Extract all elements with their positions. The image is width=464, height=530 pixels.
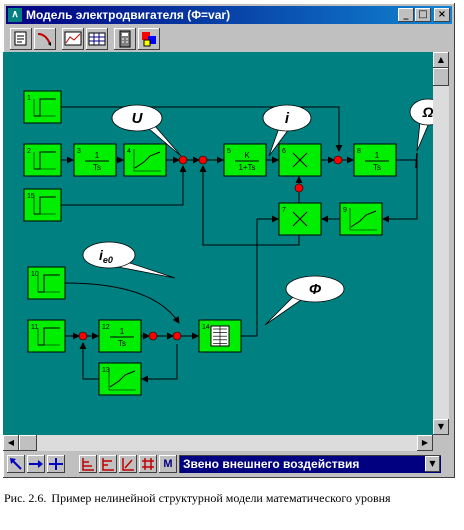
horizontal-scrollbar[interactable]: ◀ ▶ bbox=[3, 435, 433, 451]
output-tap bbox=[415, 152, 418, 169]
tf-numerator: 1 bbox=[120, 327, 125, 336]
block-number: 8 bbox=[357, 148, 361, 155]
vertical-scrollbar[interactable]: ▲ ▼ bbox=[433, 52, 449, 435]
tf-denominator: Ts bbox=[373, 163, 381, 172]
block-11[interactable]: 11 bbox=[27, 319, 66, 353]
tf-numerator: 1 bbox=[375, 151, 380, 160]
block-14[interactable]: 14 bbox=[198, 319, 242, 353]
horizontal-scroll-thumb[interactable] bbox=[19, 435, 37, 451]
bottom-toolbar: M Звено внешнего воздействия ▼ bbox=[3, 453, 449, 475]
block-number: 2 bbox=[27, 148, 31, 155]
structural-diagram[interactable]: 12 3 1Ts4 5 K1+Ts6 8 1Ts157 91011 12 1Ts1413 Ui ΩΦ… bbox=[3, 52, 447, 435]
minimize-icon[interactable]: _ bbox=[398, 8, 414, 22]
tf-denominator: Ts bbox=[93, 163, 101, 172]
block-10[interactable]: 10 bbox=[27, 266, 66, 300]
block-number: 6 bbox=[282, 148, 286, 155]
summator-node[interactable] bbox=[198, 155, 208, 165]
properties-icon[interactable] bbox=[138, 28, 160, 50]
block-number: 14 bbox=[202, 324, 210, 331]
vertical-scroll-thumb[interactable] bbox=[433, 68, 449, 86]
node-icon[interactable] bbox=[47, 455, 65, 473]
block-number: 11 bbox=[31, 324, 38, 331]
block-number: 12 bbox=[102, 324, 110, 331]
caption-text: Пример нелинейной структурной модели мат… bbox=[51, 491, 391, 505]
summator-node[interactable] bbox=[333, 155, 343, 165]
callout-phi-label: Φ bbox=[309, 281, 322, 298]
block-number: 5 bbox=[227, 148, 231, 155]
scroll-down-icon[interactable]: ▼ bbox=[433, 419, 449, 435]
summator-node[interactable] bbox=[178, 155, 188, 165]
caption-label: Рис. 2.6. bbox=[4, 491, 47, 505]
block-12[interactable]: 12 1 Ts bbox=[98, 319, 142, 353]
tf-numerator: K bbox=[244, 151, 250, 160]
calculator-icon[interactable] bbox=[114, 28, 136, 50]
chevron-down-icon[interactable]: ▼ bbox=[425, 456, 440, 472]
block-type-value: Звено внешнего воздействия bbox=[183, 457, 360, 471]
summator-node[interactable] bbox=[172, 331, 182, 341]
summator-node[interactable] bbox=[78, 331, 88, 341]
link-arrow-icon[interactable] bbox=[27, 455, 45, 473]
block-3[interactable]: 3 1 Ts bbox=[73, 143, 117, 177]
tf-numerator: 1 bbox=[95, 151, 100, 160]
block-number: 1 bbox=[27, 95, 31, 102]
summator-node[interactable] bbox=[148, 331, 158, 341]
scroll-right-icon[interactable]: ▶ bbox=[417, 435, 433, 451]
callout-u-label: U bbox=[132, 110, 144, 127]
block-9[interactable]: 9 bbox=[339, 202, 383, 236]
graph-icon[interactable] bbox=[62, 28, 84, 50]
align-center-icon[interactable] bbox=[99, 455, 117, 473]
block-type-select[interactable]: Звено внешнего воздействия ▼ bbox=[179, 455, 441, 473]
summator-node[interactable] bbox=[294, 183, 304, 193]
block-number: 7 bbox=[282, 207, 286, 214]
block-1[interactable]: 1 bbox=[23, 90, 62, 124]
model-canvas[interactable]: 1 2 3 1 Ts 4 5 K 1+Ts 6 8 1 Ts 15 7 9 10 11 12 1 Ts 14 13 UiΩΦ… bbox=[3, 52, 447, 435]
block-6[interactable]: 6 bbox=[278, 143, 322, 177]
scroll-up-icon[interactable]: ▲ bbox=[433, 52, 449, 68]
window-title: Модель электродвигателя (Φ=var) bbox=[26, 8, 231, 22]
block-2[interactable]: 2 bbox=[23, 143, 62, 177]
block-4[interactable]: 4 bbox=[123, 143, 167, 177]
m-button[interactable]: M bbox=[159, 455, 177, 473]
block-7[interactable]: 7 bbox=[278, 202, 322, 236]
align-left-icon[interactable] bbox=[79, 455, 97, 473]
block-13[interactable]: 13 bbox=[98, 362, 142, 396]
tf-denominator: 1+Ts bbox=[238, 163, 255, 172]
model-app-icon[interactable]: ∧ bbox=[8, 8, 22, 22]
tf-denominator: Ts bbox=[118, 339, 126, 348]
figure-caption: Рис. 2.6. Пример нелинейной структурной … bbox=[4, 490, 460, 506]
title-bar[interactable]: ∧ Модель электродвигателя (Φ=var) _ □ × bbox=[6, 6, 452, 24]
block-15[interactable]: 15 bbox=[23, 188, 62, 222]
block-number: 9 bbox=[343, 207, 347, 214]
select-arrow-icon[interactable] bbox=[7, 455, 25, 473]
toolbar bbox=[6, 27, 452, 53]
align-right-icon[interactable] bbox=[119, 455, 137, 473]
connect-link-icon[interactable] bbox=[34, 28, 56, 50]
table-icon[interactable] bbox=[86, 28, 108, 50]
grid-icon[interactable] bbox=[139, 455, 157, 473]
maximize-icon[interactable]: □ bbox=[415, 8, 431, 22]
scroll-left-icon[interactable]: ◀ bbox=[3, 435, 19, 451]
block-5[interactable]: 5 K 1+Ts bbox=[223, 143, 267, 177]
open-model-icon[interactable] bbox=[10, 28, 32, 50]
close-icon[interactable]: × bbox=[434, 8, 450, 22]
block-8[interactable]: 8 1 Ts bbox=[353, 143, 397, 177]
block-number: 3 bbox=[77, 148, 81, 155]
block-number: 4 bbox=[127, 148, 131, 155]
callout-omega-label: Ω bbox=[422, 104, 433, 120]
